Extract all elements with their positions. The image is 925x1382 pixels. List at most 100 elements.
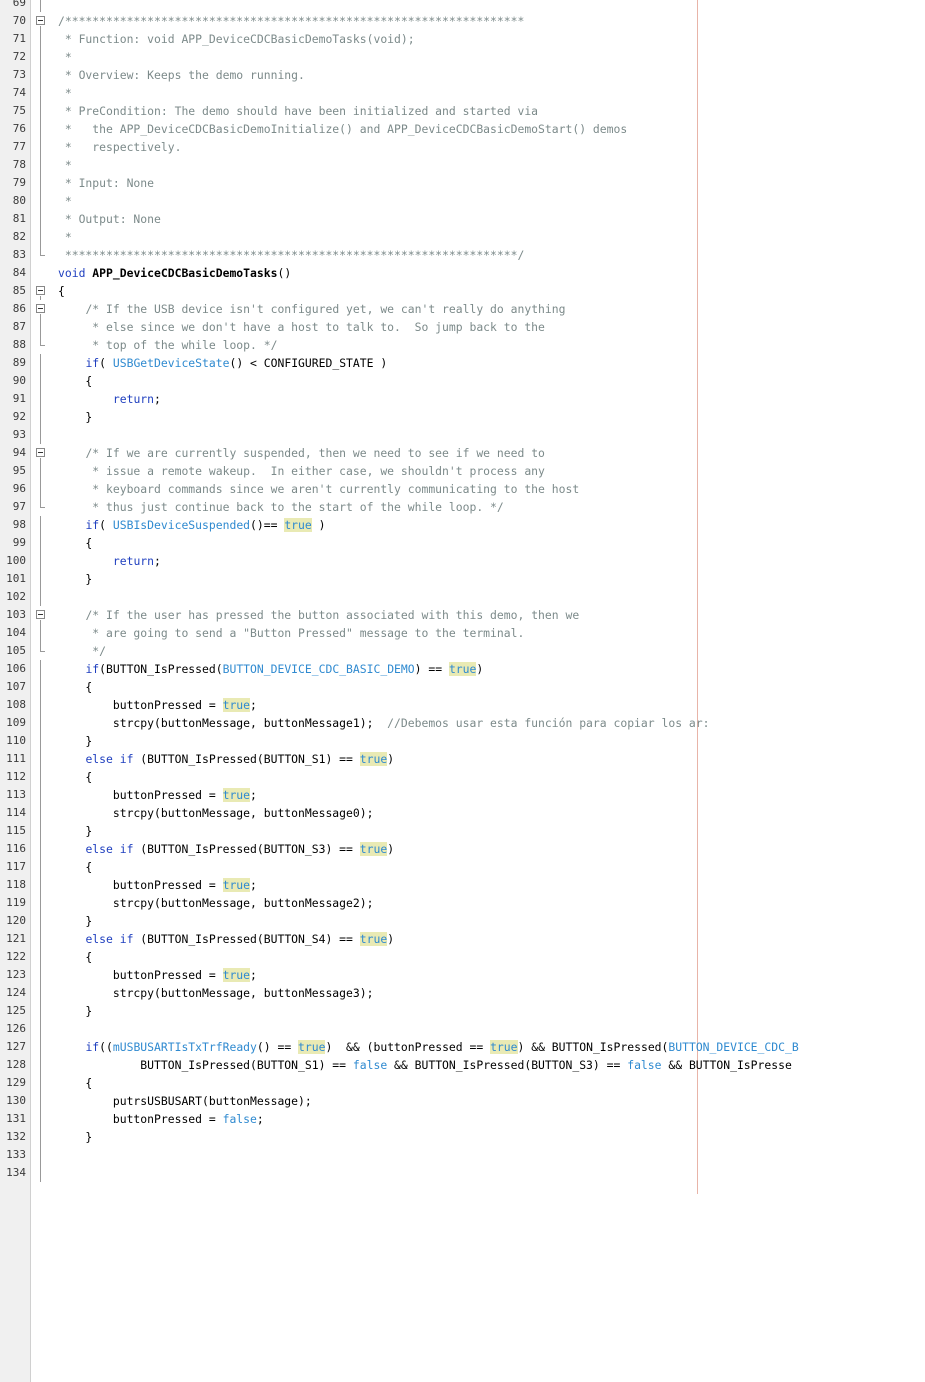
code-line[interactable]: 123 buttonPressed = true; bbox=[0, 966, 925, 984]
code-line[interactable]: 119 strcpy(buttonMessage, buttonMessage2… bbox=[0, 894, 925, 912]
code-text[interactable]: */ bbox=[58, 642, 106, 660]
code-line[interactable]: 104 * are going to send a "Button Presse… bbox=[0, 624, 925, 642]
code-line[interactable]: 83 *************************************… bbox=[0, 246, 925, 264]
code-editor[interactable]: 69 70 /***********************************… bbox=[0, 0, 925, 1382]
code-line[interactable]: 128 BUTTON_IsPressed(BUTTON_S1) == false… bbox=[0, 1056, 925, 1074]
code-line[interactable]: 99 { bbox=[0, 534, 925, 552]
code-line[interactable]: 116 else if (BUTTON_IsPressed(BUTTON_S3)… bbox=[0, 840, 925, 858]
fold-toggle-icon[interactable] bbox=[34, 282, 49, 300]
code-line[interactable]: 133 bbox=[0, 1146, 925, 1164]
code-line[interactable]: 132 } bbox=[0, 1128, 925, 1146]
fold-toggle-icon[interactable] bbox=[34, 12, 49, 30]
code-line[interactable]: 78 * bbox=[0, 156, 925, 174]
code-line[interactable]: 94 /* If we are currently suspended, the… bbox=[0, 444, 925, 462]
code-text[interactable]: * the APP_DeviceCDCBasicDemoInitialize()… bbox=[58, 120, 627, 138]
code-text[interactable]: * Output: None bbox=[58, 210, 161, 228]
code-line[interactable]: 80 * bbox=[0, 192, 925, 210]
code-line[interactable]: 96 * keyboard commands since we aren't c… bbox=[0, 480, 925, 498]
code-line[interactable]: 103 /* If the user has pressed the butto… bbox=[0, 606, 925, 624]
code-line[interactable]: 82 * bbox=[0, 228, 925, 246]
code-text[interactable]: * bbox=[58, 156, 72, 174]
fold-toggle-icon[interactable] bbox=[34, 606, 49, 624]
code-text[interactable]: if( USBGetDeviceState() < CONFIGURED_STA… bbox=[58, 354, 387, 372]
code-text[interactable]: * keyboard commands since we aren't curr… bbox=[58, 480, 579, 498]
code-text[interactable]: } bbox=[58, 732, 92, 750]
code-line[interactable]: 92 } bbox=[0, 408, 925, 426]
code-text[interactable]: * Input: None bbox=[58, 174, 154, 192]
code-text[interactable]: * issue a remote wakeup. In either case,… bbox=[58, 462, 545, 480]
code-line[interactable]: 102 bbox=[0, 588, 925, 606]
code-text[interactable]: else if (BUTTON_IsPressed(BUTTON_S4) == … bbox=[58, 930, 394, 948]
code-text[interactable]: * else since we don't have a host to tal… bbox=[58, 318, 545, 336]
code-text[interactable]: { bbox=[58, 372, 92, 390]
code-text[interactable]: * Function: void APP_DeviceCDCBasicDemoT… bbox=[58, 30, 415, 48]
code-text[interactable]: else if (BUTTON_IsPressed(BUTTON_S3) == … bbox=[58, 840, 394, 858]
code-line[interactable]: 69 bbox=[0, 0, 925, 12]
code-line[interactable]: 115 } bbox=[0, 822, 925, 840]
code-text[interactable]: buttonPressed = true; bbox=[58, 786, 257, 804]
code-text[interactable]: strcpy(buttonMessage, buttonMessage3); bbox=[58, 984, 374, 1002]
code-text[interactable]: strcpy(buttonMessage, buttonMessage2); bbox=[58, 894, 374, 912]
code-line[interactable]: 125 } bbox=[0, 1002, 925, 1020]
code-text[interactable]: { bbox=[58, 948, 92, 966]
code-text[interactable]: strcpy(buttonMessage, buttonMessage1); /… bbox=[58, 714, 710, 732]
code-line[interactable]: 95 * issue a remote wakeup. In either ca… bbox=[0, 462, 925, 480]
code-line[interactable]: 84 void APP_DeviceCDCBasicDemoTasks() bbox=[0, 264, 925, 282]
code-line[interactable]: 87 * else since we don't have a host to … bbox=[0, 318, 925, 336]
code-line[interactable]: 117 { bbox=[0, 858, 925, 876]
code-text[interactable]: * respectively. bbox=[58, 138, 182, 156]
code-line[interactable]: 88 * top of the while loop. */ bbox=[0, 336, 925, 354]
code-text[interactable]: if(BUTTON_IsPressed(BUTTON_DEVICE_CDC_BA… bbox=[58, 660, 483, 678]
code-line[interactable]: 72 * bbox=[0, 48, 925, 66]
code-text[interactable]: { bbox=[58, 678, 92, 696]
code-text[interactable]: } bbox=[58, 1002, 92, 1020]
code-line[interactable]: 108 buttonPressed = true; bbox=[0, 696, 925, 714]
code-line[interactable]: 127 if((mUSBUSARTIsTxTrfReady() == true)… bbox=[0, 1038, 925, 1056]
code-text[interactable]: } bbox=[58, 408, 92, 426]
code-line[interactable]: 100 return; bbox=[0, 552, 925, 570]
code-text[interactable]: void APP_DeviceCDCBasicDemoTasks() bbox=[58, 264, 291, 282]
code-line[interactable]: 109 strcpy(buttonMessage, buttonMessage1… bbox=[0, 714, 925, 732]
code-line[interactable]: 74 * bbox=[0, 84, 925, 102]
code-line[interactable]: 107 { bbox=[0, 678, 925, 696]
code-line[interactable]: 75 * PreCondition: The demo should have … bbox=[0, 102, 925, 120]
code-line[interactable]: 106 if(BUTTON_IsPressed(BUTTON_DEVICE_CD… bbox=[0, 660, 925, 678]
code-text[interactable]: buttonPressed = true; bbox=[58, 876, 257, 894]
code-text[interactable]: * bbox=[58, 84, 72, 102]
code-text[interactable]: } bbox=[58, 1128, 92, 1146]
code-text[interactable]: * top of the while loop. */ bbox=[58, 336, 277, 354]
code-text[interactable]: buttonPressed = true; bbox=[58, 696, 257, 714]
code-text[interactable]: buttonPressed = false; bbox=[58, 1110, 264, 1128]
code-lines[interactable]: 69 70 /***********************************… bbox=[0, 0, 925, 1182]
code-line[interactable]: 86 /* If the USB device isn't configured… bbox=[0, 300, 925, 318]
fold-toggle-icon[interactable] bbox=[34, 444, 49, 462]
code-text[interactable]: putrsUSBUSART(buttonMessage); bbox=[58, 1092, 312, 1110]
code-line[interactable]: 130 putrsUSBUSART(buttonMessage); bbox=[0, 1092, 925, 1110]
code-text[interactable]: { bbox=[58, 768, 92, 786]
code-text[interactable]: * bbox=[58, 228, 72, 246]
code-line[interactable]: 77 * respectively. bbox=[0, 138, 925, 156]
code-text[interactable]: return; bbox=[58, 390, 161, 408]
code-text[interactable]: } bbox=[58, 822, 92, 840]
code-line[interactable]: 111 else if (BUTTON_IsPressed(BUTTON_S1)… bbox=[0, 750, 925, 768]
code-line[interactable]: 120 } bbox=[0, 912, 925, 930]
code-text[interactable]: if((mUSBUSARTIsTxTrfReady() == true) && … bbox=[58, 1038, 799, 1056]
code-text[interactable]: strcpy(buttonMessage, buttonMessage0); bbox=[58, 804, 374, 822]
code-text[interactable]: { bbox=[58, 282, 65, 300]
code-text[interactable]: /* If we are currently suspended, then w… bbox=[58, 444, 544, 462]
code-line[interactable]: 124 strcpy(buttonMessage, buttonMessage3… bbox=[0, 984, 925, 1002]
code-line[interactable]: 97 * thus just continue back to the star… bbox=[0, 498, 925, 516]
code-line[interactable]: 113 buttonPressed = true; bbox=[0, 786, 925, 804]
code-text[interactable]: /* If the user has pressed the button as… bbox=[58, 606, 579, 624]
code-line[interactable]: 90 { bbox=[0, 372, 925, 390]
code-line[interactable]: 79 * Input: None bbox=[0, 174, 925, 192]
code-line[interactable]: 122 { bbox=[0, 948, 925, 966]
code-text[interactable]: ****************************************… bbox=[58, 246, 524, 264]
code-line[interactable]: 110 } bbox=[0, 732, 925, 750]
code-text[interactable]: * bbox=[58, 192, 72, 210]
code-text[interactable]: { bbox=[58, 534, 92, 552]
code-text[interactable]: buttonPressed = true; bbox=[58, 966, 257, 984]
code-text[interactable]: } bbox=[58, 912, 92, 930]
fold-toggle-icon[interactable] bbox=[34, 300, 49, 318]
code-line[interactable]: 81 * Output: None bbox=[0, 210, 925, 228]
